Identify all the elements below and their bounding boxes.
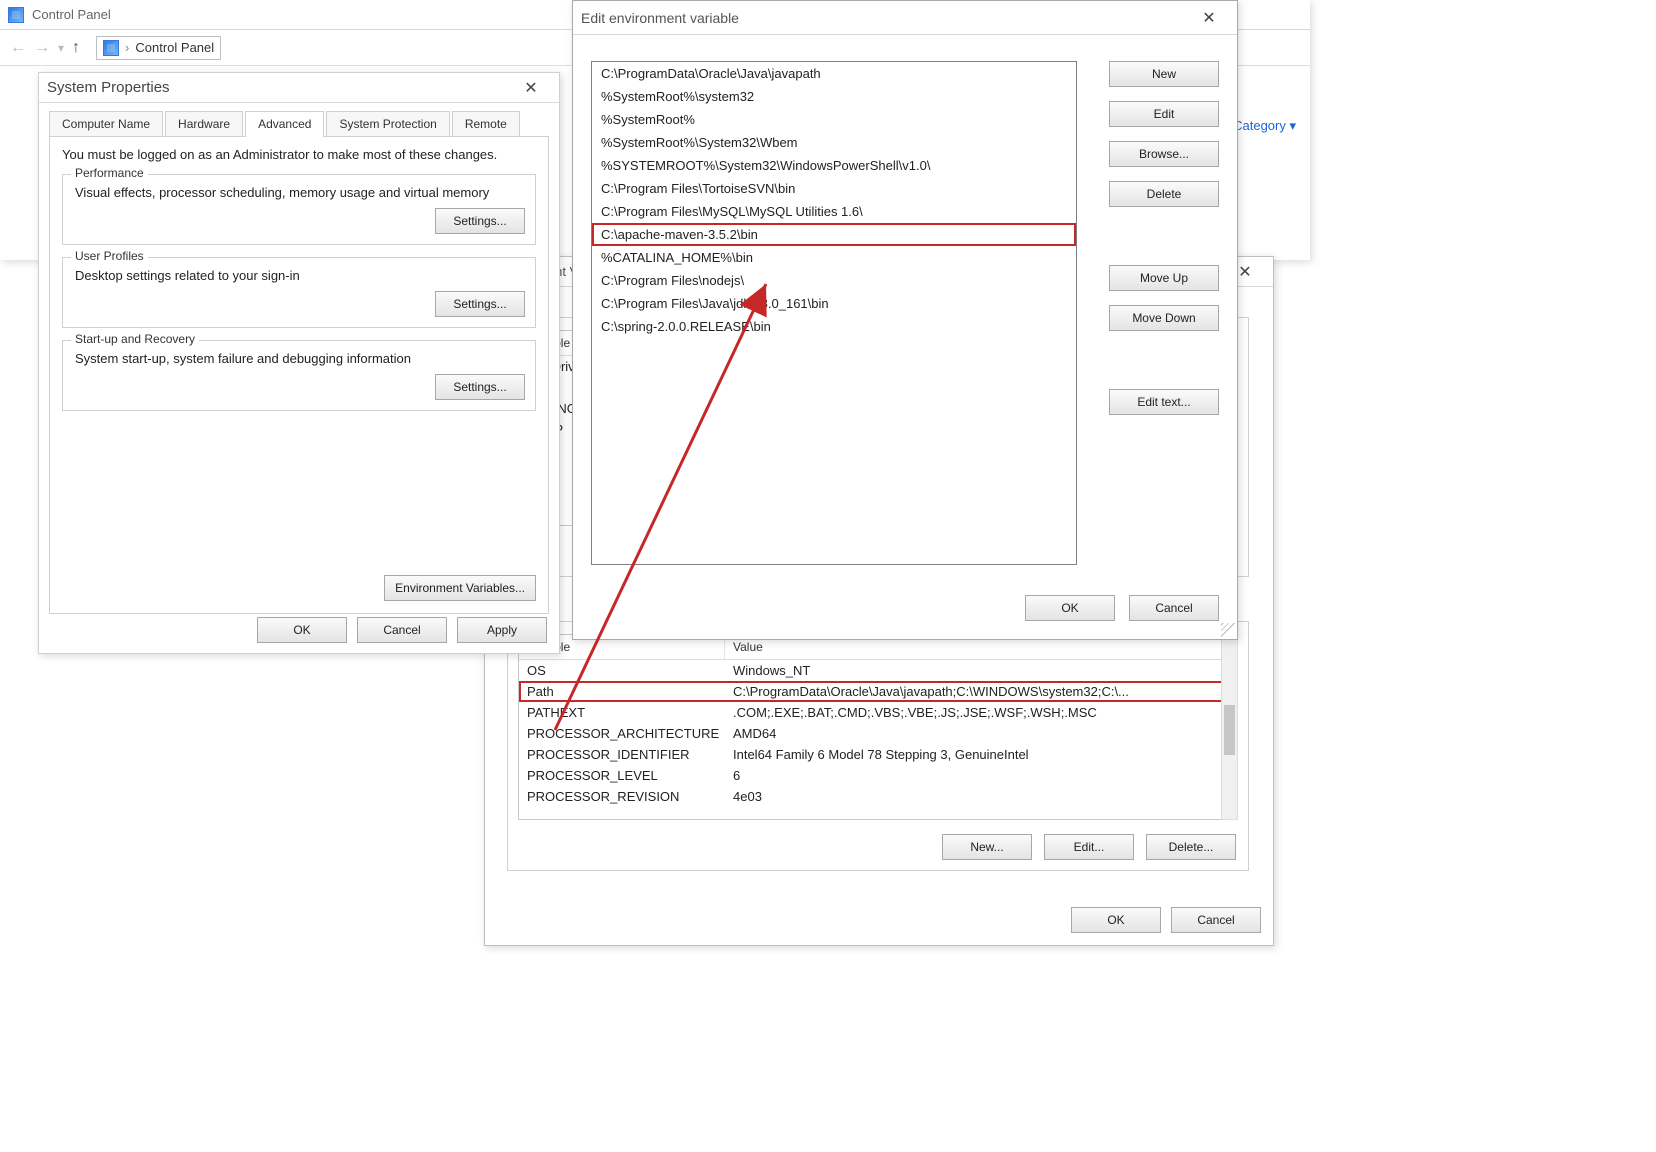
window-title: System Properties [47, 79, 503, 96]
forward-icon[interactable]: → [34, 39, 50, 57]
performance-settings-button[interactable]: Settings... [435, 208, 525, 234]
table-row[interactable]: PROCESSOR_REVISION4e03 [519, 786, 1237, 807]
close-icon[interactable]: ✕ [511, 78, 551, 98]
tab-hardware[interactable]: Hardware [165, 111, 243, 137]
user-profiles-legend: User Profiles [71, 249, 148, 263]
startup-recovery-desc: System start-up, system failure and debu… [75, 351, 523, 366]
user-profiles-desc: Desktop settings related to your sign-in [75, 268, 523, 283]
list-item[interactable]: C:\apache-maven-3.5.2\bin [592, 223, 1076, 246]
startup-recovery-settings-button[interactable]: Settings... [435, 374, 525, 400]
list-item[interactable]: %SystemRoot% [592, 108, 1076, 131]
environment-variables-button[interactable]: Environment Variables... [384, 575, 536, 601]
table-row[interactable]: OSWindows_NT [519, 660, 1237, 681]
move-down-button[interactable]: Move Down [1109, 305, 1219, 331]
user-profiles-group: User Profiles Desktop settings related t… [62, 257, 536, 328]
ok-button[interactable]: OK [257, 617, 347, 643]
delete-button[interactable]: Delete [1109, 181, 1219, 207]
list-item[interactable]: C:\Program Files\MySQL\MySQL Utilities 1… [592, 200, 1076, 223]
tab-system-protection[interactable]: System Protection [326, 111, 449, 137]
ok-button[interactable]: OK [1025, 595, 1115, 621]
edit-environment-variable-window: Edit environment variable ✕ C:\ProgramDa… [572, 0, 1238, 640]
list-item[interactable]: C:\ProgramData\Oracle\Java\javapath [592, 62, 1076, 85]
tab-advanced[interactable]: Advanced [245, 111, 324, 137]
edit-button[interactable]: Edit... [1044, 834, 1134, 860]
table-row[interactable]: PATHEXT.COM;.EXE;.BAT;.CMD;.VBS;.VBE;.JS… [519, 702, 1237, 723]
list-item[interactable]: %CATALINA_HOME%\bin [592, 246, 1076, 269]
system-variables-group: Variable Value OSWindows_NTPathC:\Progra… [507, 621, 1249, 871]
resize-grip-icon[interactable] [1221, 623, 1235, 637]
up-icon[interactable]: ↑ [72, 39, 80, 57]
tab-computer-name[interactable]: Computer Name [49, 111, 163, 137]
performance-group: Performance Visual effects, processor sc… [62, 174, 536, 245]
performance-desc: Visual effects, processor scheduling, me… [75, 185, 523, 200]
cancel-button[interactable]: Cancel [357, 617, 447, 643]
cancel-button[interactable]: Cancel [1129, 595, 1219, 621]
browse-button[interactable]: Browse... [1109, 141, 1219, 167]
list-item[interactable]: C:\spring-2.0.0.RELEASE\bin [592, 315, 1076, 338]
tab-remote[interactable]: Remote [452, 111, 520, 137]
view-by-dropdown[interactable]: Category [1233, 118, 1296, 134]
delete-button[interactable]: Delete... [1146, 834, 1236, 860]
scrollbar-thumb[interactable] [1224, 705, 1235, 755]
performance-legend: Performance [71, 166, 148, 180]
list-item[interactable]: %SystemRoot%\system32 [592, 85, 1076, 108]
user-profiles-settings-button[interactable]: Settings... [435, 291, 525, 317]
table-row[interactable]: PathC:\ProgramData\Oracle\Java\javapath;… [519, 681, 1237, 702]
startup-recovery-legend: Start-up and Recovery [71, 332, 199, 346]
edit-button[interactable]: Edit [1109, 101, 1219, 127]
list-item[interactable]: %SystemRoot%\System32\Wbem [592, 131, 1076, 154]
control-panel-icon [103, 40, 119, 56]
control-panel-icon [8, 7, 24, 23]
tab-bar: Computer Name Hardware Advanced System P… [39, 103, 559, 137]
side-buttons: New Edit Browse... Delete Move Up Move D… [1109, 61, 1219, 415]
list-item[interactable]: C:\Program Files\nodejs\ [592, 269, 1076, 292]
address-bar[interactable]: › Control Panel [96, 36, 221, 60]
admin-note: You must be logged on as an Administrato… [62, 147, 536, 162]
edit-text-button[interactable]: Edit text... [1109, 389, 1219, 415]
system-properties-window: System Properties ✕ Computer Name Hardwa… [38, 72, 560, 654]
list-item[interactable]: %SYSTEMROOT%\System32\WindowsPowerShell\… [592, 154, 1076, 177]
move-up-button[interactable]: Move Up [1109, 265, 1219, 291]
window-title: Edit environment variable [581, 10, 1181, 26]
new-button[interactable]: New [1109, 61, 1219, 87]
new-button[interactable]: New... [942, 834, 1032, 860]
editenv-titlebar: Edit environment variable ✕ [573, 1, 1237, 35]
advanced-tab-content: You must be logged on as an Administrato… [49, 136, 549, 614]
startup-recovery-group: Start-up and Recovery System start-up, s… [62, 340, 536, 411]
cancel-button[interactable]: Cancel [1171, 907, 1261, 933]
apply-button[interactable]: Apply [457, 617, 547, 643]
table-row[interactable]: PROCESSOR_LEVEL6 [519, 765, 1237, 786]
back-icon[interactable]: ← [10, 39, 26, 57]
list-item[interactable]: C:\Program Files\TortoiseSVN\bin [592, 177, 1076, 200]
list-item[interactable]: C:\Program Files\Java\jdk1.8.0_161\bin [592, 292, 1076, 315]
sysprops-titlebar: System Properties ✕ [39, 73, 559, 103]
ok-button[interactable]: OK [1071, 907, 1161, 933]
scrollbar[interactable] [1221, 634, 1238, 820]
table-row[interactable]: PROCESSOR_IDENTIFIERIntel64 Family 6 Mod… [519, 744, 1237, 765]
history-dropdown-icon[interactable]: ▾ [58, 41, 64, 55]
path-list[interactable]: C:\ProgramData\Oracle\Java\javapath%Syst… [591, 61, 1077, 565]
breadcrumb[interactable]: Control Panel [135, 40, 214, 55]
close-icon[interactable]: ✕ [1189, 8, 1229, 28]
table-row[interactable]: PROCESSOR_ARCHITECTUREAMD64 [519, 723, 1237, 744]
system-variables-table[interactable]: Variable Value OSWindows_NTPathC:\Progra… [518, 634, 1238, 820]
